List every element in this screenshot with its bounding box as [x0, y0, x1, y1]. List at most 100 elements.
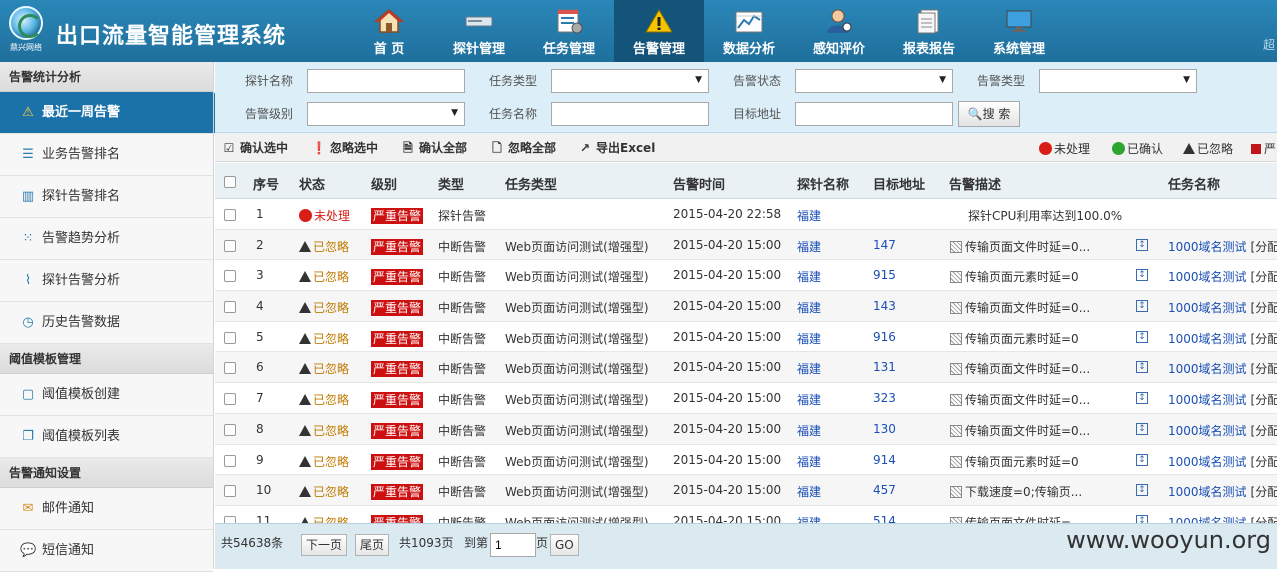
expand-icon[interactable]: ↕: [1136, 453, 1148, 466]
confirm-all-button[interactable]: 🗎 确认全部: [400, 139, 467, 160]
cell-task-name[interactable]: 1000域名测试 [分配: [1168, 453, 1277, 470]
task-name-link[interactable]: 1000域名测试: [1168, 424, 1247, 438]
sidebar-item-mail[interactable]: ✉ 邮件通知: [0, 488, 213, 530]
ignore-selected-button[interactable]: ❗ 忽略选中: [311, 139, 379, 156]
cell-target[interactable]: 143: [873, 299, 896, 313]
expand-icon[interactable]: ↕: [1136, 269, 1148, 282]
go-button[interactable]: GO: [550, 534, 579, 556]
sidebar-item-sms[interactable]: 💬 短信通知: [0, 530, 213, 572]
expand-icon[interactable]: ↕: [1136, 514, 1148, 523]
next-page-button[interactable]: 下一页: [301, 534, 348, 556]
table-row[interactable]: 5 已忽略 严重告警 中断告警 Web页面访问测试(增强型) 2015-04-20 15:…: [215, 322, 1277, 353]
confirm-selected-button[interactable]: ☑ 确认选中: [221, 139, 288, 156]
task-name-link[interactable]: 1000域名测试: [1168, 362, 1247, 376]
cell-target[interactable]: 323: [873, 391, 896, 405]
cell-probe[interactable]: 福建: [797, 360, 821, 377]
page-number-input[interactable]: [490, 533, 536, 557]
sidebar-item-trend[interactable]: ⁙ 告警趋势分析: [0, 218, 213, 260]
row-checkbox[interactable]: [224, 393, 236, 406]
nav-system[interactable]: 系统管理: [974, 0, 1064, 62]
cell-target[interactable]: 457: [873, 483, 896, 497]
sidebar-item-history[interactable]: ◷ 历史告警数据: [0, 302, 213, 344]
sidebar-item-template-create[interactable]: ▢ 阈值模板创建: [0, 374, 213, 416]
row-checkbox[interactable]: [224, 515, 236, 523]
row-checkbox[interactable]: [224, 423, 236, 436]
expand-icon[interactable]: ↕: [1136, 392, 1148, 405]
table-row[interactable]: 3 已忽略 严重告警 中断告警 Web页面访问测试(增强型) 2015-04-20 15:…: [215, 260, 1277, 292]
export-excel-button[interactable]: ↗ 导出Excel: [577, 139, 655, 156]
cell-task-name[interactable]: 1000域名测试 [分配: [1168, 268, 1277, 285]
table-row[interactable]: 10 已忽略 严重告警 中断告警 Web页面访问测试(增强型) 2015-04-20 15…: [215, 475, 1277, 506]
select-all-checkbox[interactable]: [224, 176, 236, 188]
task-name-link[interactable]: 1000域名测试: [1168, 516, 1247, 523]
cell-task-name[interactable]: 1000域名测试 [分配: [1168, 391, 1277, 408]
task-name-link[interactable]: 1000域名测试: [1168, 485, 1247, 499]
row-checkbox[interactable]: [224, 301, 236, 314]
expand-icon[interactable]: ↕: [1136, 330, 1148, 343]
row-checkbox[interactable]: [224, 209, 236, 221]
table-row[interactable]: 1 未处理 严重告警 探针告警 2015-04-20 22:58 福建 探针CPU利用率达到…: [215, 199, 1277, 230]
nav-alarm[interactable]: 告警管理: [614, 0, 704, 62]
row-checkbox[interactable]: [224, 485, 236, 498]
cell-target[interactable]: 130: [873, 422, 896, 436]
table-row[interactable]: 8 已忽略 严重告警 中断告警 Web页面访问测试(增强型) 2015-04-20 15:…: [215, 413, 1277, 445]
cell-target[interactable]: 914: [873, 453, 896, 467]
cell-probe[interactable]: 福建: [797, 330, 821, 347]
task-name-link[interactable]: 1000域名测试: [1168, 270, 1247, 284]
cell-task-name[interactable]: 1000域名测试 [分配: [1168, 514, 1277, 523]
sidebar-item-recent-week[interactable]: ⚠ 最近一周告警: [0, 92, 213, 134]
sidebar-item-business-rank[interactable]: ☰ 业务告警排名: [0, 134, 213, 176]
task-name-link[interactable]: 1000域名测试: [1168, 301, 1247, 315]
alarm-level-select[interactable]: [307, 102, 465, 126]
table-row[interactable]: 6 已忽略 严重告警 中断告警 Web页面访问测试(增强型) 2015-04-20 15:…: [215, 352, 1277, 384]
nav-report[interactable]: 报表报告: [884, 0, 974, 62]
nav-task[interactable]: 任务管理: [524, 0, 614, 62]
alarm-status-select[interactable]: [795, 69, 953, 93]
sidebar-item-probe-rank[interactable]: ▥ 探针告警排名: [0, 176, 213, 218]
expand-icon[interactable]: ↕: [1136, 300, 1148, 313]
nav-analysis[interactable]: 数据分析: [704, 0, 794, 62]
table-row[interactable]: 7 已忽略 严重告警 中断告警 Web页面访问测试(增强型) 2015-04-20 15:…: [215, 383, 1277, 414]
nav-home[interactable]: 首 页: [344, 0, 434, 62]
row-checkbox[interactable]: [224, 270, 236, 283]
cell-probe[interactable]: 福建: [797, 299, 821, 316]
cell-target[interactable]: 916: [873, 330, 896, 344]
probe-name-input[interactable]: [307, 69, 465, 93]
cell-probe[interactable]: 福建: [797, 391, 821, 408]
cell-probe[interactable]: 福建: [797, 268, 821, 285]
row-checkbox[interactable]: [224, 331, 236, 344]
alarm-type-select[interactable]: [1039, 69, 1197, 93]
task-type-select[interactable]: [551, 69, 709, 93]
nav-evaluation[interactable]: 感知评价: [794, 0, 884, 62]
sidebar-item-template-list[interactable]: ❐ 阈值模板列表: [0, 416, 213, 458]
row-checkbox[interactable]: [224, 239, 236, 252]
cell-probe[interactable]: 福建: [797, 514, 821, 523]
task-name-link[interactable]: 1000域名测试: [1168, 332, 1247, 346]
cell-target[interactable]: 147: [873, 238, 896, 252]
task-name-link[interactable]: 1000域名测试: [1168, 393, 1247, 407]
cell-target[interactable]: 915: [873, 268, 896, 282]
cell-probe[interactable]: 福建: [797, 207, 821, 224]
cell-task-name[interactable]: 1000域名测试 [分配: [1168, 238, 1277, 255]
row-checkbox[interactable]: [224, 454, 236, 467]
task-name-input[interactable]: [551, 102, 709, 126]
cell-task-name[interactable]: 1000域名测试 [分配: [1168, 360, 1277, 377]
task-name-link[interactable]: 1000域名测试: [1168, 240, 1247, 254]
cell-target[interactable]: 514: [873, 514, 896, 523]
target-address-input[interactable]: [795, 102, 953, 126]
cell-task-name[interactable]: 1000域名测试 [分配: [1168, 330, 1277, 347]
cell-task-name[interactable]: 1000域名测试 [分配: [1168, 299, 1277, 316]
cell-probe[interactable]: 福建: [797, 238, 821, 255]
expand-icon[interactable]: ↕: [1136, 484, 1148, 497]
expand-icon[interactable]: ↕: [1136, 361, 1148, 374]
expand-icon[interactable]: ↕: [1136, 238, 1148, 251]
sidebar-item-probe-analysis[interactable]: ⌇ 探针告警分析: [0, 260, 213, 302]
table-row[interactable]: 4 已忽略 严重告警 中断告警 Web页面访问测试(增强型) 2015-04-20 15:…: [215, 291, 1277, 322]
table-row[interactable]: 9 已忽略 严重告警 中断告警 Web页面访问测试(增强型) 2015-04-20 15:…: [215, 445, 1277, 476]
nav-probe[interactable]: 探针管理: [434, 0, 524, 62]
cell-target[interactable]: 131: [873, 360, 896, 374]
expand-icon[interactable]: ↕: [1136, 422, 1148, 435]
cell-probe[interactable]: 福建: [797, 422, 821, 439]
cell-probe[interactable]: 福建: [797, 483, 821, 500]
last-page-button[interactable]: 尾页: [355, 534, 390, 556]
